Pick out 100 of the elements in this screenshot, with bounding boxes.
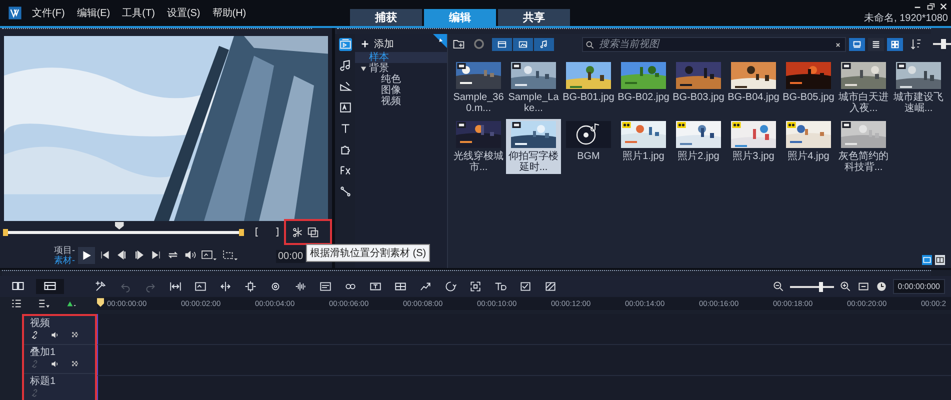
crop-screen-icon[interactable] [469, 280, 482, 293]
scissors-icon[interactable] [290, 225, 304, 239]
text-3d-icon[interactable] [494, 280, 507, 293]
workspace-tab[interactable]: 捕获 [350, 9, 422, 26]
subtitle-icon[interactable] [319, 280, 332, 293]
crop-dropdown-icon[interactable] [221, 248, 239, 262]
track-lane[interactable] [97, 345, 951, 376]
media-item[interactable]: Sample_360.m... [451, 60, 506, 115]
pattern-icon[interactable] [544, 280, 557, 293]
media-item[interactable]: BG-B02.jpg [616, 60, 671, 115]
split-arrows-icon[interactable] [219, 280, 232, 293]
trim-handle[interactable] [239, 228, 244, 236]
tree-item[interactable]: 样本 [355, 52, 447, 63]
timecode-field[interactable]: 0:00:00:000 [892, 279, 945, 294]
menu-item[interactable]: 设置(S) [166, 6, 200, 20]
menu-item[interactable]: 工具(T) [122, 6, 155, 20]
tools-icon[interactable] [94, 280, 107, 293]
checklist-icon[interactable] [519, 280, 532, 293]
preview-mode-option[interactable]: 素材- [54, 255, 75, 265]
media-item[interactable]: BG-B01.jpg [561, 60, 616, 115]
speaker-icon[interactable] [50, 359, 60, 369]
grid-view-button[interactable] [887, 38, 903, 50]
trim-handle[interactable] [3, 228, 8, 236]
list-view-button[interactable] [868, 38, 884, 50]
zoom-in-icon[interactable] [838, 280, 852, 293]
audio-filter-button[interactable] [534, 38, 554, 50]
speaker-icon[interactable] [50, 330, 60, 340]
tree-item[interactable]: 视频 [355, 96, 447, 107]
workspace-tab[interactable]: 共享 [498, 9, 570, 26]
media-item[interactable]: BG-B04.jpg [726, 60, 781, 115]
tree-item[interactable]: 图像 [355, 85, 447, 96]
media-item[interactable]: 城市建设飞速崛... [891, 60, 946, 115]
media-item[interactable]: 照片1.jpg [616, 119, 671, 174]
tree-item[interactable]: 背景 [355, 63, 447, 74]
pin-icon[interactable] [433, 34, 447, 48]
scrub-handle[interactable] [114, 222, 124, 230]
motion-icon[interactable] [419, 280, 432, 293]
record-icon[interactable] [269, 280, 282, 293]
title-text-icon[interactable] [338, 101, 352, 114]
media-item[interactable]: 仰拍写字楼延时... [506, 119, 561, 174]
volume-icon[interactable] [183, 248, 197, 262]
media-item[interactable]: 光线穿梭城市... [451, 119, 506, 174]
chapter-list-icon[interactable] [37, 297, 50, 310]
zoom-out-icon[interactable] [772, 280, 785, 293]
menu-item[interactable]: 文件(F) [32, 6, 65, 20]
copy-frame-icon[interactable] [306, 225, 320, 239]
track-lane[interactable] [97, 314, 951, 345]
media-item[interactable]: BG-B05.jpg [781, 60, 836, 115]
panel-layout-icon[interactable] [935, 255, 945, 265]
menu-item[interactable]: 编辑(E) [76, 6, 110, 20]
sort-icon[interactable] [909, 37, 923, 51]
go-to-end-icon[interactable] [149, 248, 163, 262]
clock-icon[interactable] [874, 280, 888, 293]
media-item[interactable]: 照片4.jpg [781, 119, 836, 174]
media-item[interactable]: Sample_Lake... [506, 60, 561, 115]
checker-grid-icon[interactable] [70, 330, 80, 340]
puzzle-icon[interactable] [338, 143, 352, 156]
fit-arrows-icon[interactable] [169, 280, 182, 293]
fx-icon[interactable] [338, 164, 352, 177]
workspace-tab[interactable]: 编辑 [424, 9, 496, 26]
restore-icon[interactable] [926, 2, 935, 10]
media-item[interactable]: BG-B03.jpg [671, 60, 726, 115]
playhead-icon[interactable] [97, 298, 104, 307]
audio-wave-icon[interactable] [294, 280, 307, 293]
panel-toggle-icon[interactable] [922, 255, 932, 265]
loop-icon[interactable] [444, 280, 457, 293]
media-item[interactable]: 照片3.jpg [726, 119, 781, 174]
media-item[interactable]: 照片2.jpg [671, 119, 726, 174]
letter-t-icon[interactable] [338, 122, 352, 135]
clear-icon[interactable] [834, 40, 842, 48]
media-item[interactable]: BGM [561, 119, 616, 174]
path-icon[interactable] [338, 185, 352, 198]
grid-frame-icon[interactable] [394, 280, 407, 293]
video-filter-button[interactable] [492, 38, 512, 50]
fit-to-window-icon[interactable] [856, 280, 870, 293]
media-item[interactable]: 灰色简约的科技背... [836, 119, 891, 174]
track-manager-icon[interactable] [10, 297, 23, 310]
timeline-view-button[interactable] [36, 279, 64, 294]
checker-grid-icon[interactable] [70, 359, 80, 369]
folder-add-icon[interactable] [452, 37, 466, 51]
timecode[interactable]: 00:00 [276, 250, 306, 263]
preview-mode-option[interactable]: 项目- [54, 245, 75, 255]
slider-handle[interactable] [819, 282, 824, 292]
expand-triangle-icon[interactable] [360, 65, 367, 72]
screen-size-dropdown-icon[interactable] [200, 248, 218, 262]
transition-icon[interactable] [338, 80, 352, 93]
slider-handle[interactable] [940, 39, 946, 49]
link-icon[interactable] [30, 330, 40, 340]
media-library-icon[interactable] [338, 38, 352, 51]
music-note-icon[interactable] [338, 59, 352, 72]
tree-item[interactable]: 纯色 [355, 74, 447, 85]
frame-icon[interactable] [194, 280, 207, 293]
media-item[interactable]: 城市白天进入夜... [836, 60, 891, 115]
thumbnails-view-button[interactable] [849, 38, 865, 50]
go-to-start-icon[interactable] [98, 248, 112, 262]
stretch-icon[interactable] [244, 280, 257, 293]
close-icon[interactable] [939, 2, 948, 10]
text-frame-icon[interactable] [369, 280, 382, 293]
menu-item[interactable]: 帮助(H) [212, 6, 246, 20]
play-button[interactable] [78, 246, 95, 264]
